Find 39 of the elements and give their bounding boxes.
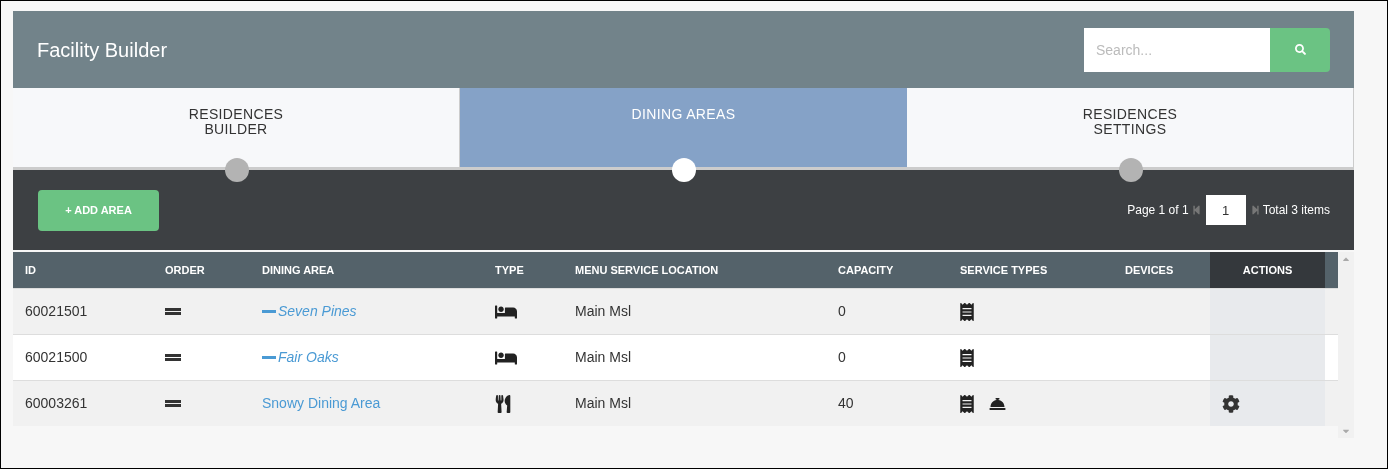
table-cell-text: 60021501 [24, 302, 89, 321]
search-icon [1294, 44, 1306, 55]
dining-area-link[interactable]: Fair Oaks [262, 347, 339, 368]
table-cell-text: Main Msl [574, 394, 632, 413]
column-header: TYPE [494, 262, 525, 278]
last-page-icon[interactable] [1250, 205, 1260, 215]
column-header: DINING AREA [261, 262, 336, 278]
drag-handle-icon[interactable] [165, 400, 181, 407]
page-info: Page 1 of 1 [1127, 202, 1189, 219]
column-header: ACTIONS [1210, 252, 1325, 288]
nested-dash-icon [262, 310, 276, 313]
column-header: ID [24, 262, 37, 278]
page-title: Facility Builder [37, 37, 168, 63]
column-header: ORDER [164, 262, 206, 278]
table-cell-text: 60021500 [24, 348, 89, 367]
table-cell-text: Main Msl [574, 348, 632, 367]
column-header: CAPACITY [837, 262, 895, 278]
search-field[interactable]: Search... [1084, 27, 1270, 72]
first-page-icon[interactable] [1191, 205, 1201, 215]
dining-area-link[interactable]: Seven Pines [262, 301, 357, 322]
dining-area-link[interactable]: Snowy Dining Area [262, 393, 381, 414]
column-header: MENU SERVICE LOCATION [574, 262, 720, 278]
table-cell-text: 40 [837, 394, 855, 413]
settings-icon[interactable] [1222, 394, 1240, 413]
step-tab[interactable]: DINING AREAS [460, 88, 907, 167]
search-button[interactable] [1270, 27, 1330, 72]
table-cell-text: 0 [837, 302, 847, 321]
table-cell-text: 0 [837, 348, 847, 367]
add-area-button[interactable]: + ADD AREA [38, 189, 159, 231]
drag-handle-icon[interactable] [165, 308, 181, 315]
total-items: Total 3 items [1262, 202, 1330, 219]
scrollbar[interactable] [1338, 252, 1354, 438]
table-cell-text: 60003261 [24, 394, 89, 413]
column-header: DEVICES [1124, 262, 1175, 278]
drag-handle-icon[interactable] [165, 354, 181, 361]
page-input[interactable]: 1 [1205, 195, 1246, 225]
table-cell-text: Main Msl [574, 302, 632, 321]
column-header: SERVICE TYPES [959, 262, 1049, 278]
nested-dash-icon [262, 356, 276, 359]
